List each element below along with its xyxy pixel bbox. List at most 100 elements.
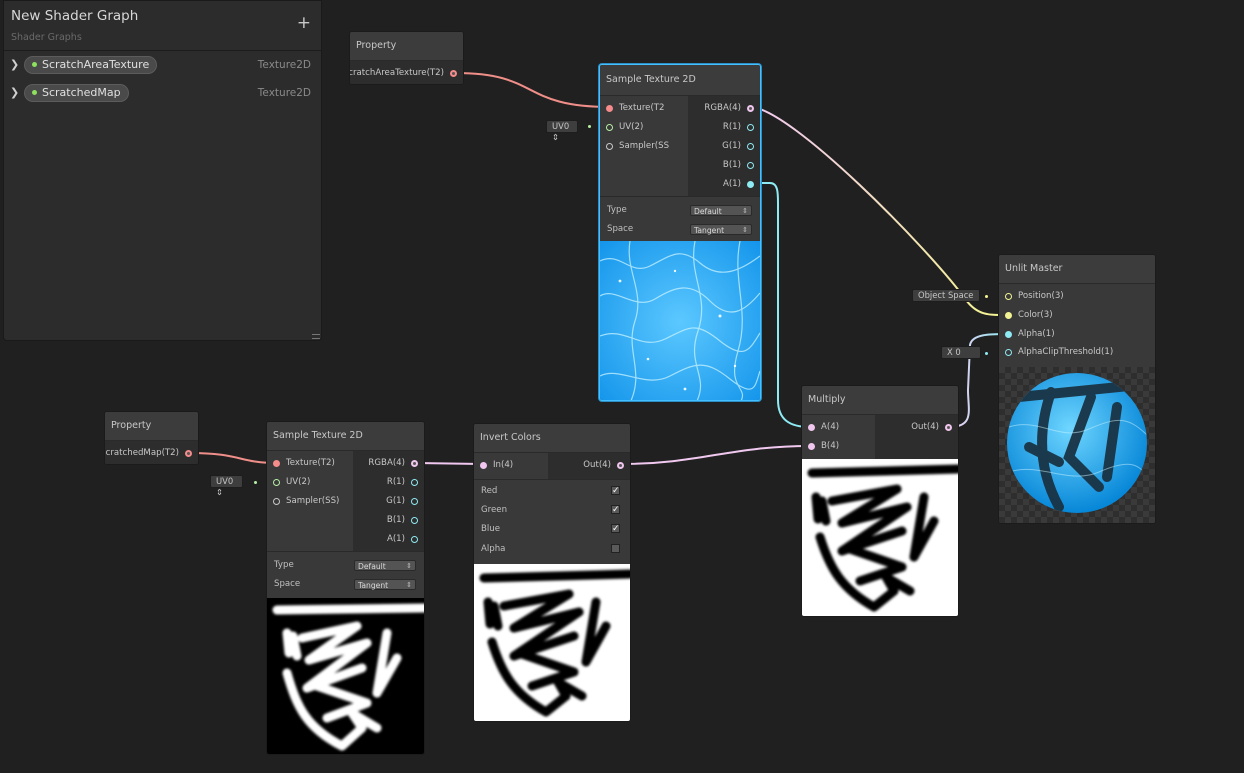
- output-port-out[interactable]: Out(4): [875, 418, 958, 437]
- port-label: B(4): [821, 441, 840, 451]
- port-connector-icon[interactable]: [606, 143, 613, 150]
- port-connector-icon[interactable]: [808, 443, 815, 450]
- property-pill-scratchedmap[interactable]: ScratchedMap: [24, 84, 129, 102]
- position-space-chip[interactable]: Object Space: [912, 289, 980, 302]
- property-type: Texture2D: [257, 87, 311, 99]
- port-connector-icon[interactable]: [1005, 293, 1012, 300]
- node-title: Sample Texture 2D: [600, 65, 760, 96]
- space-dropdown[interactable]: Tangent ⇕: [354, 579, 416, 590]
- output-port-r[interactable]: R(1): [353, 473, 424, 492]
- edge-scratcharea-to-texture[interactable]: [455, 72, 611, 108]
- alpha-checkbox[interactable]: [611, 544, 620, 553]
- port-connector-icon[interactable]: [480, 462, 487, 469]
- port-connector-icon[interactable]: [273, 479, 280, 486]
- property-type: Texture2D: [257, 59, 311, 71]
- property-node-scratchedmap[interactable]: Property ScratchedMap(T2): [104, 411, 199, 465]
- setting-label: Space: [607, 224, 634, 234]
- multiply-result-preview: [802, 459, 958, 616]
- output-port-a[interactable]: A(1): [353, 530, 424, 549]
- port-connector-icon[interactable]: [945, 424, 952, 431]
- red-checkbox[interactable]: ✓: [611, 486, 620, 496]
- chip-connector-icon: [588, 125, 591, 128]
- dropdown-value: Default: [694, 207, 722, 216]
- node-title: Invert Colors: [474, 424, 630, 453]
- port-label: Alpha(1): [1018, 329, 1055, 339]
- dropdown-arrow-icon: ⇕: [742, 207, 748, 215]
- output-port-scratcharea[interactable]: ScratchAreaTexture(T2): [350, 64, 463, 83]
- port-connector-icon[interactable]: [747, 105, 754, 112]
- port-connector-icon[interactable]: [411, 479, 418, 486]
- edge-scratchedmap-to-texture[interactable]: [189, 452, 277, 464]
- port-connector-icon[interactable]: [617, 462, 624, 469]
- output-port-a[interactable]: A(1): [688, 175, 760, 194]
- channel-label: Green: [481, 505, 508, 515]
- port-connector-icon[interactable]: [1005, 349, 1012, 356]
- blackboard-title: New Shader Graph: [11, 8, 139, 24]
- sample-texture-node-water[interactable]: Sample Texture 2D Texture(T2 UV(2) Sampl…: [599, 64, 761, 401]
- water-texture-preview: [600, 241, 760, 400]
- output-port-b[interactable]: B(1): [353, 511, 424, 530]
- edge-rgba-to-color[interactable]: [749, 106, 1008, 317]
- space-dropdown[interactable]: Tangent ⇕: [690, 224, 752, 235]
- scribble-texture-preview: [267, 598, 424, 754]
- port-label: AlphaClipThreshold(1): [1018, 347, 1114, 357]
- port-connector-icon[interactable]: [185, 450, 192, 457]
- output-port-scratchedmap[interactable]: ScratchedMap(T2): [105, 444, 198, 463]
- output-port-g[interactable]: G(1): [353, 492, 424, 511]
- output-port-b[interactable]: B(1): [688, 156, 760, 175]
- port-connector-icon[interactable]: [606, 105, 613, 112]
- invert-colors-node[interactable]: Invert Colors In(4) Out(4) Red ✓ Green ✓ B…: [473, 423, 631, 722]
- port-label: A(4): [821, 422, 840, 432]
- port-connector-icon[interactable]: [411, 498, 418, 505]
- plus-icon[interactable]: +: [297, 15, 311, 32]
- port-connector-icon[interactable]: [450, 70, 457, 77]
- dropdown-arrow-icon: ⇕: [406, 562, 412, 570]
- type-dropdown[interactable]: Default ⇕: [354, 560, 416, 571]
- port-connector-icon[interactable]: [273, 498, 280, 505]
- port-connector-icon[interactable]: [606, 124, 613, 131]
- property-dot-icon: [32, 90, 37, 95]
- port-connector-icon[interactable]: [1005, 331, 1012, 338]
- node-title: Multiply: [802, 386, 958, 415]
- setting-label: Type: [607, 205, 627, 215]
- green-checkbox[interactable]: ✓: [611, 505, 620, 515]
- output-port-g[interactable]: G(1): [688, 137, 760, 156]
- uv-input-chip[interactable]: UV0 ⇕: [210, 475, 243, 497]
- blue-checkbox[interactable]: ✓: [611, 524, 620, 534]
- port-connector-icon[interactable]: [411, 536, 418, 543]
- unlit-master-node[interactable]: Unlit Master Position(3) Color(3) Alpha(…: [998, 254, 1156, 524]
- edge-invert-to-multiply-b[interactable]: [620, 445, 811, 465]
- port-connector-icon[interactable]: [747, 181, 754, 188]
- port-label: Out(4): [911, 422, 939, 432]
- chip-connector-icon: [254, 481, 257, 484]
- type-dropdown[interactable]: Default ⇕: [690, 205, 752, 216]
- chevron-right-icon[interactable]: ❯: [10, 86, 19, 99]
- blackboard-divider: [4, 50, 321, 51]
- property-pill-scratcharea[interactable]: ScratchAreaTexture: [24, 56, 158, 74]
- output-port-out[interactable]: Out(4): [548, 456, 630, 475]
- port-connector-icon[interactable]: [411, 460, 418, 467]
- uv-input-chip[interactable]: UV0 ⇕: [546, 120, 578, 142]
- port-connector-icon[interactable]: [747, 143, 754, 150]
- chip-label: UV0: [552, 121, 570, 131]
- port-label: R(1): [722, 122, 741, 132]
- alpha-clip-value-chip[interactable]: X 0: [941, 346, 981, 359]
- property-node-scratcharea[interactable]: Property ScratchAreaTexture(T2): [349, 31, 464, 85]
- port-connector-icon[interactable]: [1005, 312, 1012, 319]
- sample-texture-node-scratched[interactable]: Sample Texture 2D Texture(T2) UV(2) Samp…: [266, 421, 425, 755]
- resize-handle-icon[interactable]: [312, 334, 320, 339]
- node-title: Property: [105, 412, 198, 441]
- port-connector-icon[interactable]: [273, 460, 280, 467]
- port-connector-icon[interactable]: [411, 517, 418, 524]
- output-port-r[interactable]: R(1): [688, 118, 760, 137]
- output-port-rgba[interactable]: RGBA(4): [353, 454, 424, 473]
- channel-row-red: Red ✓: [474, 482, 630, 501]
- chevron-right-icon[interactable]: ❯: [10, 58, 19, 71]
- setting-label: Space: [274, 579, 301, 589]
- output-port-rgba[interactable]: RGBA(4): [688, 99, 760, 118]
- channel-row-blue: Blue ✓: [474, 520, 630, 539]
- multiply-node[interactable]: Multiply A(4) B(4) Out(4): [801, 385, 959, 617]
- port-connector-icon[interactable]: [747, 162, 754, 169]
- port-connector-icon[interactable]: [747, 124, 754, 131]
- port-connector-icon[interactable]: [808, 424, 815, 431]
